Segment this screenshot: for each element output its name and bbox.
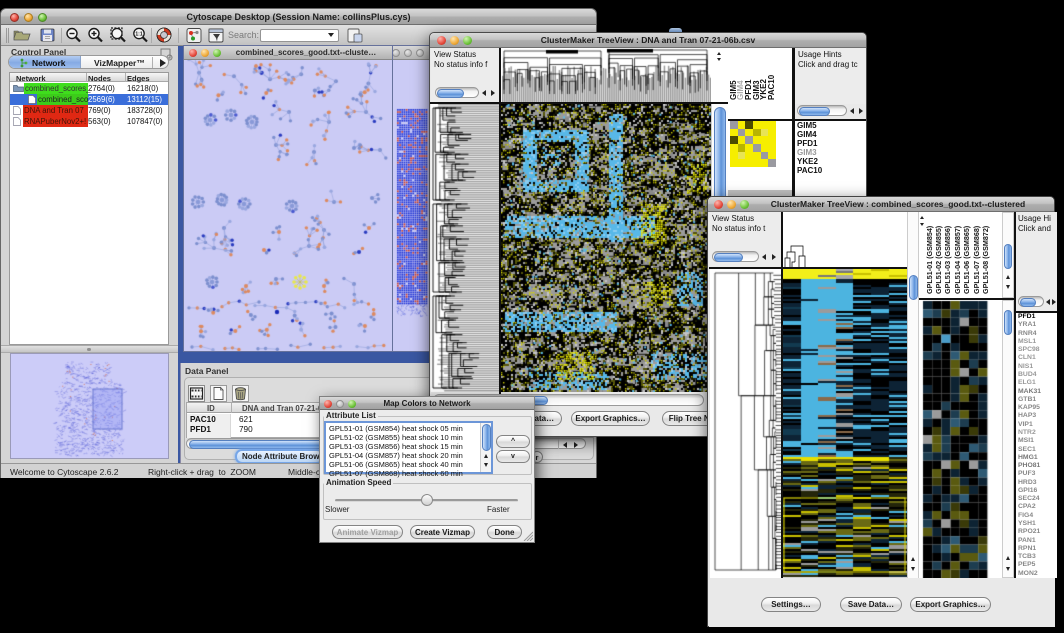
svg-text:1:1: 1:1 — [135, 32, 142, 38]
